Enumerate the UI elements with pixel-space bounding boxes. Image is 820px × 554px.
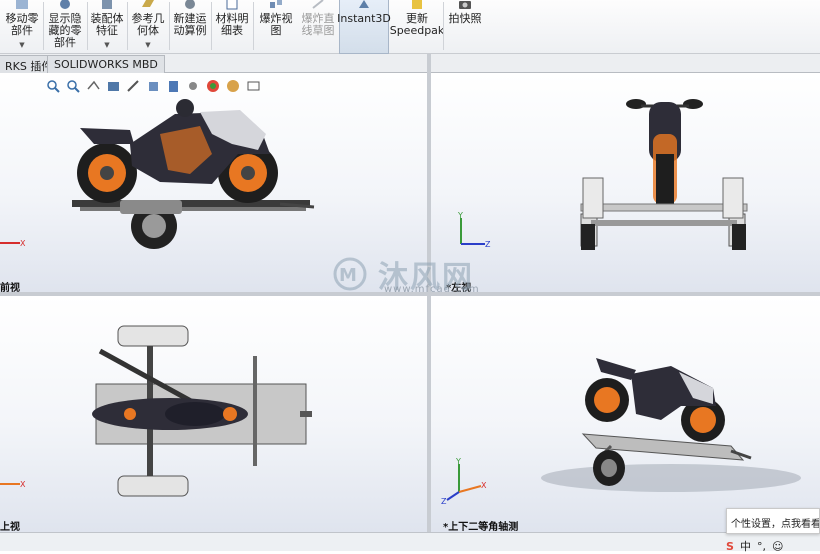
triad-icon: Y X Z: [441, 457, 487, 506]
dynamic-annotation-icon[interactable]: [126, 79, 141, 94]
take-snapshot-button[interactable]: 拍快照: [446, 0, 484, 54]
model-top-view: [92, 325, 312, 497]
command-manager-tabs: RKS 插件 SOLIDWORKS MBD: [0, 54, 820, 73]
heads-up-view-toolbar: [46, 77, 261, 95]
bill-of-materials-button[interactable]: 材料明 细表: [212, 0, 252, 54]
model-left-view: [580, 99, 748, 250]
triad-icon: X: [0, 239, 26, 248]
viewport-front-label: 前视: [0, 283, 20, 292]
svg-text:Z: Z: [485, 240, 491, 249]
view-settings-icon[interactable]: [246, 79, 261, 94]
svg-text:X: X: [20, 480, 26, 489]
apply-scene-icon[interactable]: [226, 79, 241, 94]
svg-text:X: X: [20, 239, 26, 248]
view-orientation-icon[interactable]: [146, 79, 161, 94]
camera-icon: [459, 1, 471, 9]
status-bar: [0, 532, 820, 551]
show-hidden-label: 显示隐 藏的零 部件: [48, 12, 82, 49]
motion-study-icon: [185, 0, 195, 9]
explode-line-icon: [312, 0, 324, 9]
edit-appearance-icon[interactable]: [206, 79, 221, 94]
chevron-down-icon[interactable]: ▼: [104, 39, 109, 51]
table-icon: [226, 0, 238, 10]
assembly-feature-icon: [102, 0, 112, 9]
viewport-top[interactable]: X 上视: [0, 296, 427, 532]
svg-text:X: X: [481, 481, 487, 490]
update-speedpak-button[interactable]: 更新 Speedpak: [390, 0, 444, 54]
move-component-button[interactable]: 移动零 部件 ▼: [2, 0, 42, 54]
plane-icon: [142, 0, 154, 7]
explode-line-sketch-button[interactable]: 爆炸直 线草图: [298, 0, 338, 54]
move-component-label: 移动零 部件: [5, 12, 39, 37]
show-hidden-components-button[interactable]: 显示隐 藏的零 部件: [44, 0, 86, 54]
chevron-down-icon[interactable]: ▼: [19, 39, 24, 51]
previous-view-icon[interactable]: [86, 79, 101, 94]
eye-icon: [60, 0, 70, 9]
zoom-to-fit-icon[interactable]: [46, 79, 61, 94]
viewport-left[interactable]: ◂ ▸ Y Z *左视: [431, 74, 820, 292]
assembly-features-label: 装配体 特征: [90, 12, 124, 37]
new-motion-study-label: 新建运 动算例: [173, 12, 207, 37]
explode-line-sketch-label: 爆炸直 线草图: [301, 12, 335, 37]
instant3d-label: Instant3D: [337, 12, 391, 25]
section-view-icon[interactable]: [106, 79, 121, 94]
update-speedpak-label: 更新 Speedpak: [389, 12, 445, 37]
assembly-features-button[interactable]: 装配体 特征 ▼: [88, 0, 126, 54]
tab-solidworks-mbd[interactable]: SOLIDWORKS MBD: [47, 55, 165, 73]
bill-of-materials-label: 材料明 细表: [215, 12, 249, 37]
reference-geometry-button[interactable]: 参考几 何体 ▼: [128, 0, 168, 54]
system-tray: S 中 °, ☺: [726, 538, 783, 554]
hide-show-items-icon[interactable]: [186, 79, 201, 94]
chevron-down-icon[interactable]: ▼: [145, 39, 150, 51]
speedpak-icon: [412, 0, 422, 9]
zoom-to-area-icon[interactable]: [66, 79, 81, 94]
ime-mode-label[interactable]: 中: [740, 538, 751, 554]
instant3d-icon: [359, 0, 369, 8]
svg-text:Y: Y: [457, 212, 463, 220]
explode-icon: [270, 0, 282, 8]
exploded-view-label: 爆炸视 图: [259, 12, 293, 37]
command-ribbon: 移动零 部件 ▼ 显示隐 藏的零 部件 装配体 特征 ▼ 参考几 何体 ▼ 新建…: [0, 0, 820, 54]
svg-text:Y: Y: [455, 457, 461, 466]
instant3d-button[interactable]: Instant3D: [337, 0, 391, 54]
watermark-logo-icon: M: [333, 257, 367, 291]
viewport-top-label: 上视: [0, 522, 20, 532]
triad-icon: Y Z: [457, 212, 491, 249]
viewport-isometric[interactable]: Y X Z *上下二等角轴测: [431, 296, 820, 532]
take-snapshot-label: 拍快照: [448, 12, 482, 25]
reference-geometry-label: 参考几 何体: [131, 12, 165, 37]
svg-text:Z: Z: [441, 497, 447, 506]
svg-text:M: M: [339, 265, 357, 286]
watermark-url: www.mfcad.com: [384, 284, 480, 295]
triad-icon: X: [0, 480, 26, 489]
exploded-view-button[interactable]: 爆炸视 图: [256, 0, 296, 54]
personalize-tooltip[interactable]: 个性设置，点我看看: [726, 508, 820, 534]
move-icon: [16, 0, 28, 9]
new-motion-study-button[interactable]: 新建运 动算例: [170, 0, 210, 54]
viewport-isometric-label: *上下二等角轴测: [443, 522, 519, 532]
display-style-icon[interactable]: [166, 79, 181, 94]
